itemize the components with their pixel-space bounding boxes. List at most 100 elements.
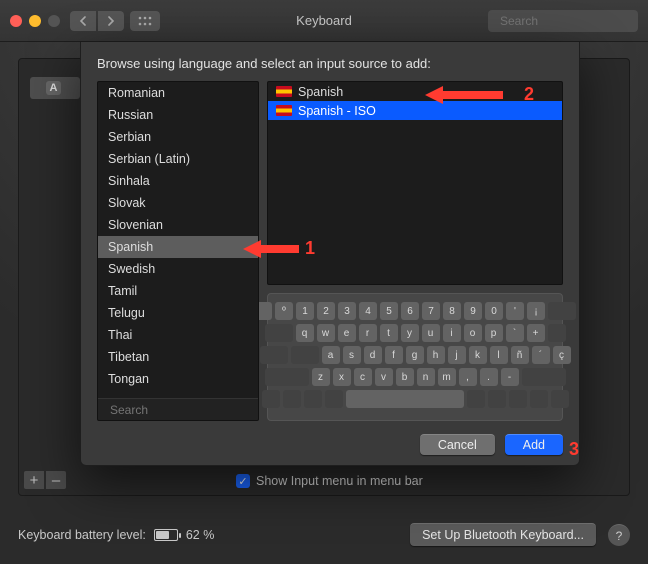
key: 5 (380, 302, 398, 320)
source-label: Spanish (298, 85, 343, 99)
key: b (396, 368, 414, 386)
setup-bluetooth-button[interactable]: Set Up Bluetooth Keyboard... (410, 523, 596, 546)
key: f (385, 346, 403, 364)
key: c (354, 368, 372, 386)
language-item[interactable]: Slovenian (98, 214, 258, 236)
forward-button[interactable] (98, 11, 124, 31)
key: h (427, 346, 445, 364)
language-item[interactable]: Thai (98, 324, 258, 346)
language-item[interactable]: Tongan (98, 368, 258, 390)
source-item[interactable]: Spanish (268, 82, 562, 101)
key: ñ (511, 346, 529, 364)
key: 4 (359, 302, 377, 320)
add-source-button[interactable]: + (23, 470, 45, 490)
keyboard-preview: º1234567890'¡qwertyuiop`+asdfghjklñ´çzxc… (267, 293, 563, 421)
key: m (438, 368, 456, 386)
key: d (364, 346, 382, 364)
language-item[interactable]: Serbian (Latin) (98, 148, 258, 170)
key: . (480, 368, 498, 386)
sheet-instruction: Browse using language and select an inpu… (97, 56, 563, 71)
flag-icon (276, 86, 292, 97)
key: x (333, 368, 351, 386)
key: 7 (422, 302, 440, 320)
key (530, 390, 548, 408)
battery-label: Keyboard battery level: (18, 528, 146, 542)
key: ¡ (527, 302, 545, 320)
window-controls (10, 15, 60, 27)
language-item[interactable]: Serbian (98, 126, 258, 148)
flag-icon (276, 105, 292, 116)
add-input-source-sheet: Browse using language and select an inpu… (80, 42, 580, 466)
key (283, 390, 301, 408)
input-source-item-behind (30, 77, 80, 99)
key: p (485, 324, 503, 342)
zoom-window-button (48, 15, 60, 27)
key (265, 324, 293, 342)
show-input-menu-checkbox[interactable]: ✓ (236, 474, 250, 488)
key: s (343, 346, 361, 364)
key (551, 390, 569, 408)
key: q (296, 324, 314, 342)
battery-status: Keyboard battery level: 62 % (18, 528, 214, 542)
language-search-input[interactable] (108, 402, 259, 418)
battery-icon (154, 529, 178, 541)
key (262, 390, 280, 408)
key (260, 346, 288, 364)
key (509, 390, 527, 408)
key: 0 (485, 302, 503, 320)
key: n (417, 368, 435, 386)
key (304, 390, 322, 408)
key: i (443, 324, 461, 342)
battery-percent: 62 % (186, 528, 215, 542)
key (346, 390, 464, 408)
key (291, 346, 319, 364)
back-button[interactable] (70, 11, 96, 31)
language-item[interactable]: Telugu (98, 302, 258, 324)
key: e (338, 324, 356, 342)
source-list[interactable]: Spanish Spanish - ISO (267, 81, 563, 285)
key: l (490, 346, 508, 364)
key: y (401, 324, 419, 342)
key (488, 390, 506, 408)
language-item[interactable]: Swedish (98, 258, 258, 280)
source-item[interactable]: Spanish - ISO (268, 101, 562, 120)
language-item[interactable]: Tibetan (98, 346, 258, 368)
key: + (527, 324, 545, 342)
key: o (464, 324, 482, 342)
key: g (406, 346, 424, 364)
key: t (380, 324, 398, 342)
show-input-menu-row[interactable]: ✓ Show Input menu in menu bar (236, 474, 423, 488)
add-button[interactable]: Add (505, 434, 563, 455)
nav-buttons (70, 11, 124, 31)
key: v (375, 368, 393, 386)
prefs-search[interactable] (488, 10, 638, 32)
key: k (469, 346, 487, 364)
language-item[interactable]: Sinhala (98, 170, 258, 192)
prefs-search-input[interactable] (498, 13, 648, 29)
key: 3 (338, 302, 356, 320)
remove-source-button[interactable]: – (45, 470, 67, 490)
help-button[interactable]: ? (608, 524, 630, 546)
minimize-window-button[interactable] (29, 15, 41, 27)
language-list[interactable]: RomanianRussianSerbianSerbian (Latin)Sin… (97, 81, 259, 421)
language-item[interactable]: Slovak (98, 192, 258, 214)
key: 2 (317, 302, 335, 320)
key: w (317, 324, 335, 342)
key (548, 302, 576, 320)
language-item[interactable]: Russian (98, 104, 258, 126)
cancel-button[interactable]: Cancel (420, 434, 495, 455)
language-search[interactable] (98, 398, 258, 420)
key: u (422, 324, 440, 342)
titlebar: Keyboard (0, 0, 648, 42)
key: r (359, 324, 377, 342)
show-all-button[interactable] (130, 11, 160, 31)
key (522, 368, 566, 386)
key: z (312, 368, 330, 386)
close-window-button[interactable] (10, 15, 22, 27)
key: - (501, 368, 519, 386)
language-item[interactable]: Spanish (98, 236, 258, 258)
show-input-menu-label: Show Input menu in menu bar (256, 474, 423, 488)
language-item[interactable]: Tamil (98, 280, 258, 302)
key: j (448, 346, 466, 364)
language-item[interactable]: Romanian (98, 82, 258, 104)
